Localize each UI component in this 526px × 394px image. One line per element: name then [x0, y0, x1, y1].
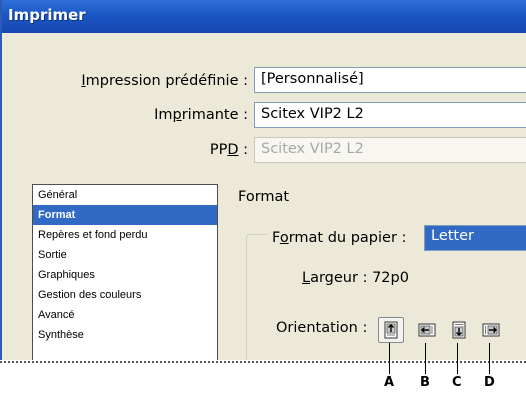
callout-line-c: [457, 343, 458, 374]
preset-label: Impression prédéfinie :: [81, 73, 248, 89]
paper-size-select[interactable]: Letter: [424, 225, 526, 251]
sidebar-item-output[interactable]: Sortie: [33, 245, 217, 265]
reverse-portrait-icon[interactable]: [446, 317, 472, 343]
portrait-icon[interactable]: [378, 317, 404, 343]
category-list: Général Format Repères et fond perdu Sor…: [32, 184, 218, 360]
landscape-icon[interactable]: [414, 317, 440, 343]
sidebar-item-summary[interactable]: Synthèse: [33, 325, 217, 345]
callout-line-d: [489, 343, 490, 374]
window-title: Imprimer: [8, 6, 86, 24]
sidebar-item-color-management[interactable]: Gestion des couleurs: [33, 285, 217, 305]
preset-select[interactable]: [Personnalisé]: [254, 67, 526, 93]
cut-line: [0, 361, 526, 363]
printer-select[interactable]: Scitex VIP2 L2: [254, 102, 526, 128]
section-title: Format: [238, 189, 290, 205]
sidebar-item-marks-bleed[interactable]: Repères et fond perdu: [33, 225, 217, 245]
callout-line-a: [389, 343, 390, 374]
sidebar-item-graphics[interactable]: Graphiques: [33, 265, 217, 285]
sidebar-item-format[interactable]: Format: [33, 205, 217, 225]
callout-a: A: [384, 375, 395, 390]
ppd-select: Scitex VIP2 L2: [254, 137, 526, 163]
callout-line-b: [425, 343, 426, 374]
sidebar-item-general[interactable]: Général: [33, 185, 217, 205]
ppd-label: PPD :: [209, 142, 248, 158]
group-box-border: [246, 234, 267, 360]
paper-size-label: Format du papier :: [272, 230, 407, 246]
width-label: Largeur : 72p0: [302, 270, 409, 286]
print-dialog: Imprimer Impression prédéfinie : [Person…: [0, 0, 526, 360]
reverse-landscape-icon[interactable]: [478, 317, 504, 343]
callout-b: B: [420, 375, 430, 390]
callout-d: D: [484, 375, 495, 390]
title-bar[interactable]: Imprimer: [2, 0, 526, 33]
sidebar-item-advanced[interactable]: Avancé: [33, 305, 217, 325]
orientation-label: Orientation :: [276, 320, 368, 336]
printer-label: Imprimante :: [154, 107, 248, 123]
callout-c: C: [452, 375, 462, 390]
